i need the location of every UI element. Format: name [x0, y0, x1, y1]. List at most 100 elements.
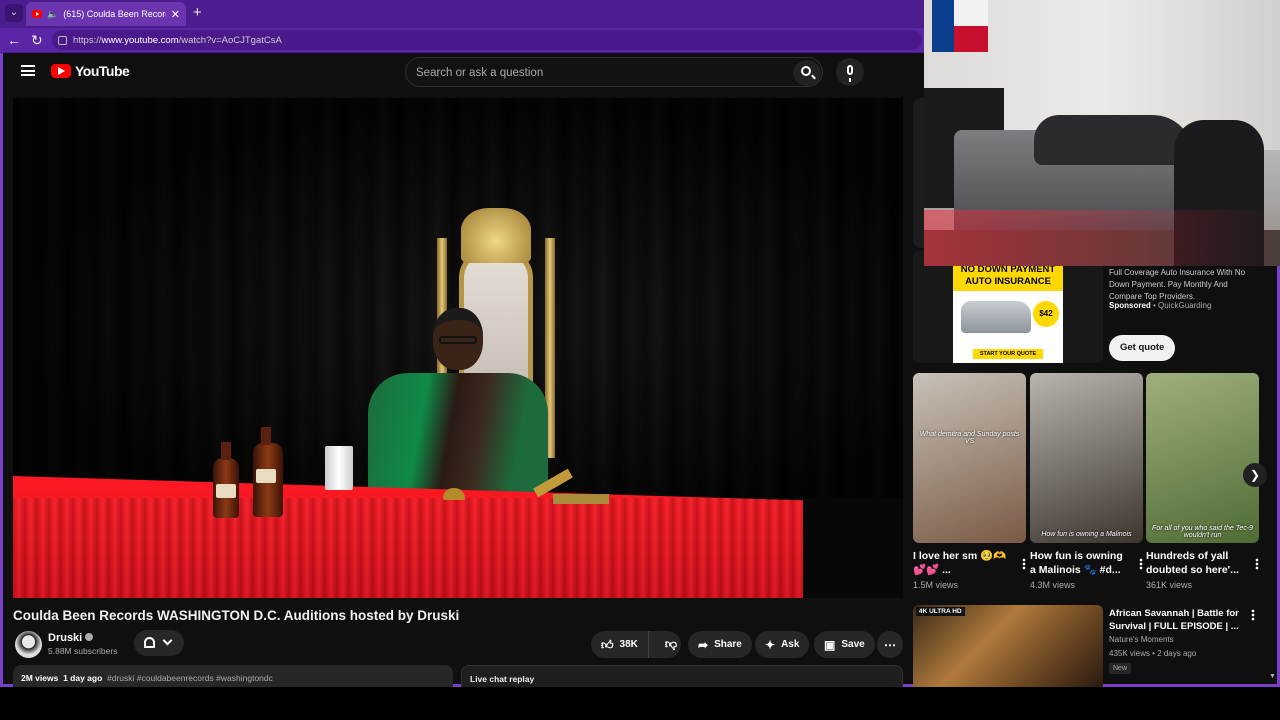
- live-chat-replay[interactable]: Live chat replay: [461, 665, 903, 687]
- video-title: Coulda Been Records WASHINGTON D.C. Audi…: [13, 608, 460, 623]
- ad-poster: NO DOWN PAYMENT AUTO INSURANCE $42 START…: [953, 261, 1063, 363]
- description-box[interactable]: 2M views 1 day ago #druski #couldabeenre…: [13, 665, 453, 687]
- url-bar[interactable]: https://www.youtube.com/watch?v=AoCJTgat…: [52, 30, 922, 50]
- search-button[interactable]: [793, 60, 821, 86]
- dislike-button[interactable]: 👎︎: [655, 638, 687, 651]
- verified-icon: [85, 633, 94, 641]
- ad-description: Full Coverage Auto Insurance With No Dow…: [1109, 268, 1246, 301]
- short-item[interactable]: How fun is owning a Malinois How fun is …: [1030, 373, 1143, 590]
- get-quote-button[interactable]: Get quote: [1109, 335, 1176, 361]
- speaker-icon[interactable]: 🔈: [47, 9, 58, 20]
- recommended-meta: 435K views • 2 days ago: [1109, 649, 1197, 658]
- thumbs-down-icon: 👎︎: [664, 637, 678, 651]
- tab-title: (615) Coulda Been Records W: [63, 9, 166, 19]
- short-title[interactable]: How fun is owning a Malinois 🐾 #d...: [1030, 549, 1128, 577]
- table-skirt: [13, 498, 803, 598]
- subscriber-count: 5.88M subscribers: [48, 646, 118, 656]
- bottle-label: [256, 469, 276, 483]
- share-icon: ➦: [698, 637, 709, 652]
- shorts-shelf: What demitra and Sunday posts VS I love …: [913, 373, 1267, 598]
- channel-avatar[interactable]: [15, 631, 42, 658]
- bottle-neck: [221, 442, 231, 460]
- video-desk-bell: [443, 488, 465, 500]
- ask-button[interactable]: ✦ Ask: [755, 631, 810, 658]
- short-thumbnail[interactable]: For all of you who said the Tec-9 wouldn…: [1146, 373, 1259, 543]
- hashtags[interactable]: #druski #couldabeenrecords #washingtondc: [107, 673, 273, 683]
- short-views: 361K views: [1146, 580, 1193, 590]
- youtube-favicon-icon: [32, 10, 42, 18]
- save-button[interactable]: ▣ Save: [814, 631, 875, 658]
- bookmark-icon: ▣: [824, 637, 836, 652]
- recommended-channel[interactable]: Nature's Moments: [1109, 635, 1174, 644]
- voice-search-button[interactable]: [836, 58, 864, 86]
- 4k-badge: 4K ULTRA HD: [916, 607, 965, 616]
- short-caption: What demitra and Sunday posts VS: [919, 431, 1020, 445]
- texas-flag: [932, 0, 988, 52]
- like-count: 38K: [619, 639, 638, 650]
- short-title[interactable]: Hundreds of yall doubted so here'...: [1146, 549, 1244, 577]
- view-count: 2M views: [21, 673, 59, 683]
- screen: ⌄ 🔈 (615) Coulda Been Records W ✕ + ← ↻ …: [0, 0, 1280, 720]
- short-thumbnail[interactable]: How fun is owning a Malinois: [1030, 373, 1143, 543]
- youtube-logo[interactable]: YouTube: [51, 63, 130, 79]
- save-label: Save: [841, 639, 865, 650]
- short-item[interactable]: What demitra and Sunday posts VS I love …: [913, 373, 1026, 590]
- throne-crown: [461, 208, 531, 263]
- ad-price-badge: $42: [1033, 301, 1059, 327]
- reload-icon[interactable]: ↻: [31, 31, 43, 49]
- recommended-video[interactable]: 4K ULTRA HD African Savannah | Battle fo…: [913, 605, 1265, 687]
- video-host: [353, 308, 563, 513]
- more-vertical-icon[interactable]: [1022, 558, 1026, 570]
- chevron-down-icon[interactable]: ⌄: [5, 4, 23, 22]
- like-button[interactable]: 👍︎ 38K: [591, 631, 649, 658]
- back-arrow-icon[interactable]: ←: [7, 31, 21, 49]
- site-info-icon[interactable]: [58, 35, 67, 45]
- share-button[interactable]: ➦ Share: [688, 631, 752, 658]
- logo-text: YouTube: [75, 63, 130, 79]
- menu-icon[interactable]: [21, 65, 35, 76]
- short-views: 1.5M views: [913, 580, 959, 590]
- more-actions-button[interactable]: ⋯: [877, 631, 903, 658]
- upload-age: 1 day ago: [63, 673, 103, 683]
- channel-name[interactable]: Druski: [48, 632, 94, 644]
- short-caption: How fun is owning a Malinois: [1041, 531, 1132, 538]
- plus-icon[interactable]: +: [193, 4, 202, 22]
- url-text: https://www.youtube.com/watch?v=AoCJTgat…: [73, 34, 282, 46]
- sparkle-icon: ✦: [765, 637, 776, 652]
- chevron-down-icon: [162, 635, 173, 646]
- car-image: [961, 301, 1031, 333]
- short-item[interactable]: For all of you who said the Tec-9 wouldn…: [1146, 373, 1259, 590]
- ad-thumbnail[interactable]: NO DOWN PAYMENT AUTO INSURANCE $42 START…: [913, 251, 1103, 363]
- chevron-right-icon[interactable]: ❯: [1243, 463, 1267, 487]
- ad-poster-cta: START YOUR QUOTE: [973, 349, 1043, 359]
- video-bottle: [253, 427, 283, 517]
- search-input[interactable]: Search or ask a question: [405, 57, 823, 87]
- share-label: Share: [714, 639, 742, 650]
- new-badge: New: [1109, 663, 1132, 674]
- sponsored-ad[interactable]: NO DOWN PAYMENT AUTO INSURANCE $42 START…: [913, 251, 1265, 365]
- recommended-title[interactable]: African Savannah | Battle for Survival |…: [1109, 607, 1239, 633]
- bottle-neck: [261, 427, 271, 445]
- short-title[interactable]: I love her sm 🥺🫶💕💕 ...: [913, 549, 1011, 577]
- video-player[interactable]: [13, 98, 903, 598]
- video-bottle: [213, 442, 239, 518]
- subscription-bell-button[interactable]: [134, 630, 184, 656]
- recommended-thumbnail[interactable]: 4K ULTRA HD: [913, 605, 1103, 687]
- ad-meta: Sponsored • QuickGuarding: [1109, 301, 1212, 310]
- taskbar-area: [0, 689, 1280, 720]
- video-plaque: [553, 494, 609, 504]
- bottle-label: [216, 484, 236, 498]
- more-vertical-icon[interactable]: [1139, 558, 1143, 570]
- ask-label: Ask: [781, 639, 800, 650]
- youtube-play-icon: [51, 64, 71, 78]
- short-thumbnail[interactable]: What demitra and Sunday posts VS: [913, 373, 1026, 543]
- scroll-down-arrow-icon[interactable]: ▼: [1269, 673, 1276, 680]
- tab-youtube[interactable]: 🔈 (615) Coulda Been Records W ✕: [26, 2, 186, 26]
- microphone-icon: [847, 65, 853, 82]
- host-glasses: [439, 336, 477, 344]
- close-icon[interactable]: ✕: [171, 8, 180, 21]
- more-vertical-icon[interactable]: [1251, 609, 1255, 621]
- more-vertical-icon[interactable]: [1255, 558, 1259, 570]
- bell-icon: [144, 637, 155, 648]
- webcam-blanket: [1034, 115, 1194, 165]
